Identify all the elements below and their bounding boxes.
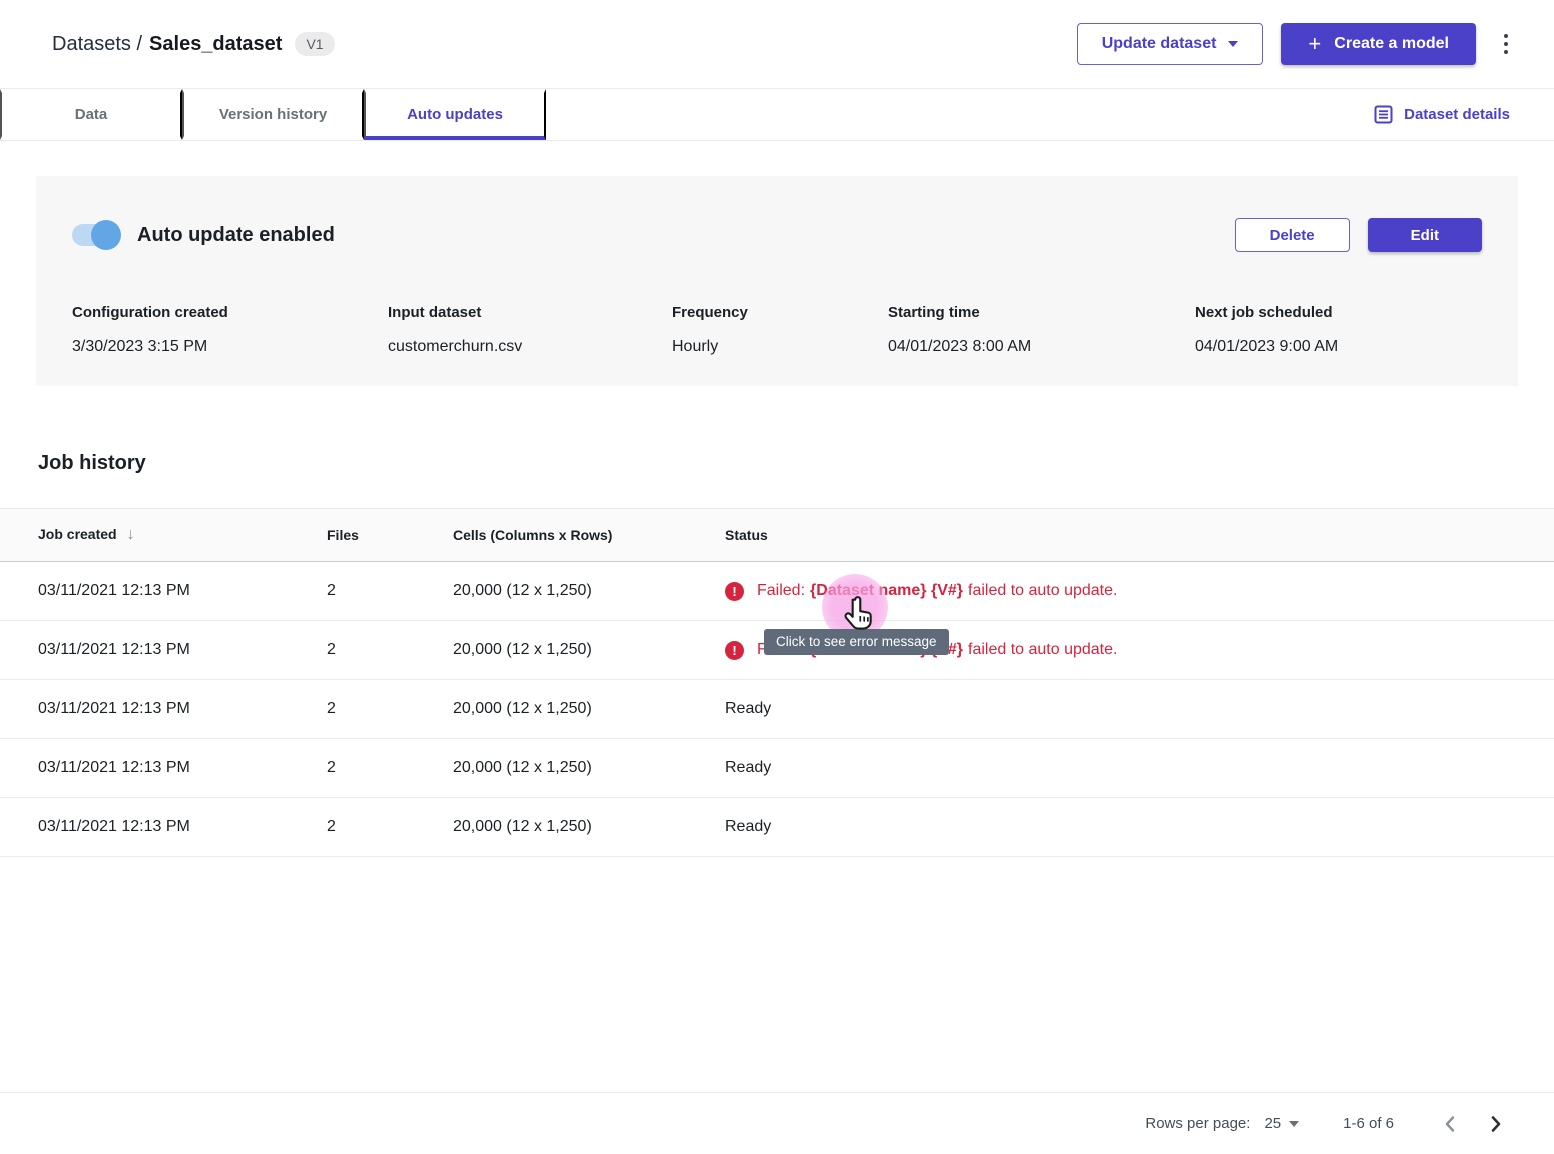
dataset-details-link[interactable]: Dataset details xyxy=(1374,89,1510,140)
kebab-dot xyxy=(1504,34,1508,38)
create-model-label: Create a model xyxy=(1334,35,1449,53)
field-label: Next job scheduled xyxy=(1195,304,1482,321)
cell-cells: 20,000 (12 x 1,250) xyxy=(453,818,725,836)
cell-cells: 20,000 (12 x 1,250) xyxy=(453,641,725,659)
auto-update-config-fields: Configuration created 3/30/2023 3:15 PM … xyxy=(72,304,1482,356)
column-header-job-created[interactable]: Job created ↓ xyxy=(0,526,327,544)
version-badge: V1 xyxy=(295,32,334,56)
field-starting-time: Starting time 04/01/2023 8:00 AM xyxy=(888,304,1195,356)
cell-job-created: 03/11/2021 12:13 PM xyxy=(0,641,327,659)
cell-job-created: 03/11/2021 12:13 PM xyxy=(0,759,327,777)
dataset-details-label: Dataset details xyxy=(1404,106,1510,123)
status-suffix: failed to auto update. xyxy=(968,582,1117,600)
delete-button[interactable]: Delete xyxy=(1235,218,1350,252)
field-next-job-scheduled: Next job scheduled 04/01/2023 9:00 AM xyxy=(1195,304,1482,356)
page: Datasets / Sales_dataset V1 Update datas… xyxy=(0,0,1554,1154)
table-row: 03/11/2021 12:13 PM 2 20,000 (12 x 1,250… xyxy=(0,680,1554,739)
sort-descending-icon[interactable]: ↓ xyxy=(127,526,135,543)
page-title: Sales_dataset xyxy=(149,33,282,56)
error-icon: ! xyxy=(725,641,744,660)
column-header-status[interactable]: Status xyxy=(725,527,1554,543)
field-label: Input dataset xyxy=(388,304,672,321)
cell-job-created: 03/11/2021 12:13 PM xyxy=(0,818,327,836)
previous-page-button[interactable] xyxy=(1438,1112,1462,1136)
tab-version-history[interactable]: Version history xyxy=(182,89,364,140)
field-value: customerchurn.csv xyxy=(388,338,672,356)
column-header-cells[interactable]: Cells (Columns x Rows) xyxy=(453,527,725,543)
auto-update-toggle[interactable] xyxy=(72,224,118,246)
job-history-title: Job history xyxy=(38,452,1554,475)
auto-update-panel: Auto update enabled Delete Edit Configur… xyxy=(36,176,1518,386)
rows-per-page-label: Rows per page: xyxy=(1145,1115,1250,1132)
status-ready: Ready xyxy=(725,818,1554,836)
status-ready: Ready xyxy=(725,700,1554,718)
error-tooltip: Click to see error message xyxy=(764,629,949,655)
edit-button[interactable]: Edit xyxy=(1368,218,1482,252)
job-history-table: Job created ↓ Files Cells (Columns x Rows… xyxy=(0,508,1554,857)
document-icon xyxy=(1374,105,1393,124)
cell-files: 2 xyxy=(327,759,453,777)
cell-files: 2 xyxy=(327,641,453,659)
update-dataset-label: Update dataset xyxy=(1102,35,1217,53)
cell-files: 2 xyxy=(327,582,453,600)
tab-bar: Data Version history Auto updates Datase… xyxy=(0,88,1554,141)
column-header-label: Job created xyxy=(38,526,117,542)
cell-cells: 20,000 (12 x 1,250) xyxy=(453,700,725,718)
field-label: Starting time xyxy=(888,304,1195,321)
field-value: 3/30/2023 3:15 PM xyxy=(72,338,388,356)
error-icon: ! xyxy=(725,582,744,601)
top-header: Datasets / Sales_dataset V1 Update datas… xyxy=(0,0,1554,88)
field-configuration-created: Configuration created 3/30/2023 3:15 PM xyxy=(72,304,388,356)
field-label: Frequency xyxy=(672,304,888,321)
field-value: Hourly xyxy=(672,338,888,356)
next-page-button[interactable] xyxy=(1484,1112,1508,1136)
kebab-dot xyxy=(1504,50,1508,54)
chevron-down-icon xyxy=(1228,41,1238,47)
cell-job-created: 03/11/2021 12:13 PM xyxy=(0,700,327,718)
status-suffix: failed to auto update. xyxy=(968,641,1117,659)
table-row: 03/11/2021 12:13 PM 2 20,000 (12 x 1,250… xyxy=(0,562,1554,621)
cell-cells: 20,000 (12 x 1,250) xyxy=(453,759,725,777)
cell-files: 2 xyxy=(327,700,453,718)
kebab-dot xyxy=(1504,42,1508,46)
field-value: 04/01/2023 9:00 AM xyxy=(1195,338,1482,356)
update-dataset-button[interactable]: Update dataset xyxy=(1077,23,1264,65)
chevron-left-icon xyxy=(1443,1115,1457,1133)
chevron-right-icon xyxy=(1489,1115,1503,1133)
field-input-dataset: Input dataset customerchurn.csv xyxy=(388,304,672,356)
plus-icon: + xyxy=(1308,33,1321,55)
table-footer: Rows per page: 25 1-6 of 6 xyxy=(0,1092,1554,1154)
create-model-button[interactable]: + Create a model xyxy=(1281,23,1476,65)
status-dataset-name: {Dataset name} {V#} xyxy=(810,582,963,600)
table-row: 03/11/2021 12:13 PM 2 20,000 (12 x 1,250… xyxy=(0,798,1554,857)
rows-per-page-select[interactable]: 25 xyxy=(1264,1115,1299,1132)
cell-cells: 20,000 (12 x 1,250) xyxy=(453,582,725,600)
status-prefix: Failed: xyxy=(757,582,805,600)
pagination-range: 1-6 of 6 xyxy=(1343,1115,1394,1132)
breadcrumb: Datasets / Sales_dataset V1 xyxy=(52,32,335,56)
breadcrumb-datasets-link[interactable]: Datasets / xyxy=(52,33,142,56)
header-actions: Update dataset + Create a model xyxy=(1077,23,1520,65)
kebab-menu-button[interactable] xyxy=(1492,23,1520,65)
field-label: Configuration created xyxy=(72,304,388,321)
column-header-files[interactable]: Files xyxy=(327,527,453,543)
cell-files: 2 xyxy=(327,818,453,836)
field-value: 04/01/2023 8:00 AM xyxy=(888,338,1195,356)
status-failed-link[interactable]: ! Failed: {Dataset name} {V#} failed to … xyxy=(725,582,1117,601)
cell-job-created: 03/11/2021 12:13 PM xyxy=(0,582,327,600)
table-row: 03/11/2021 12:13 PM 2 20,000 (12 x 1,250… xyxy=(0,739,1554,798)
toggle-knob xyxy=(91,220,121,250)
field-frequency: Frequency Hourly xyxy=(672,304,888,356)
tab-auto-updates[interactable]: Auto updates xyxy=(364,89,546,140)
chevron-down-icon xyxy=(1289,1121,1299,1127)
status-ready: Ready xyxy=(725,759,1554,777)
tab-data[interactable]: Data xyxy=(0,89,182,140)
rows-per-page-value: 25 xyxy=(1264,1115,1281,1132)
auto-update-toggle-label: Auto update enabled xyxy=(137,224,335,247)
table-header-row: Job created ↓ Files Cells (Columns x Rows… xyxy=(0,508,1554,562)
